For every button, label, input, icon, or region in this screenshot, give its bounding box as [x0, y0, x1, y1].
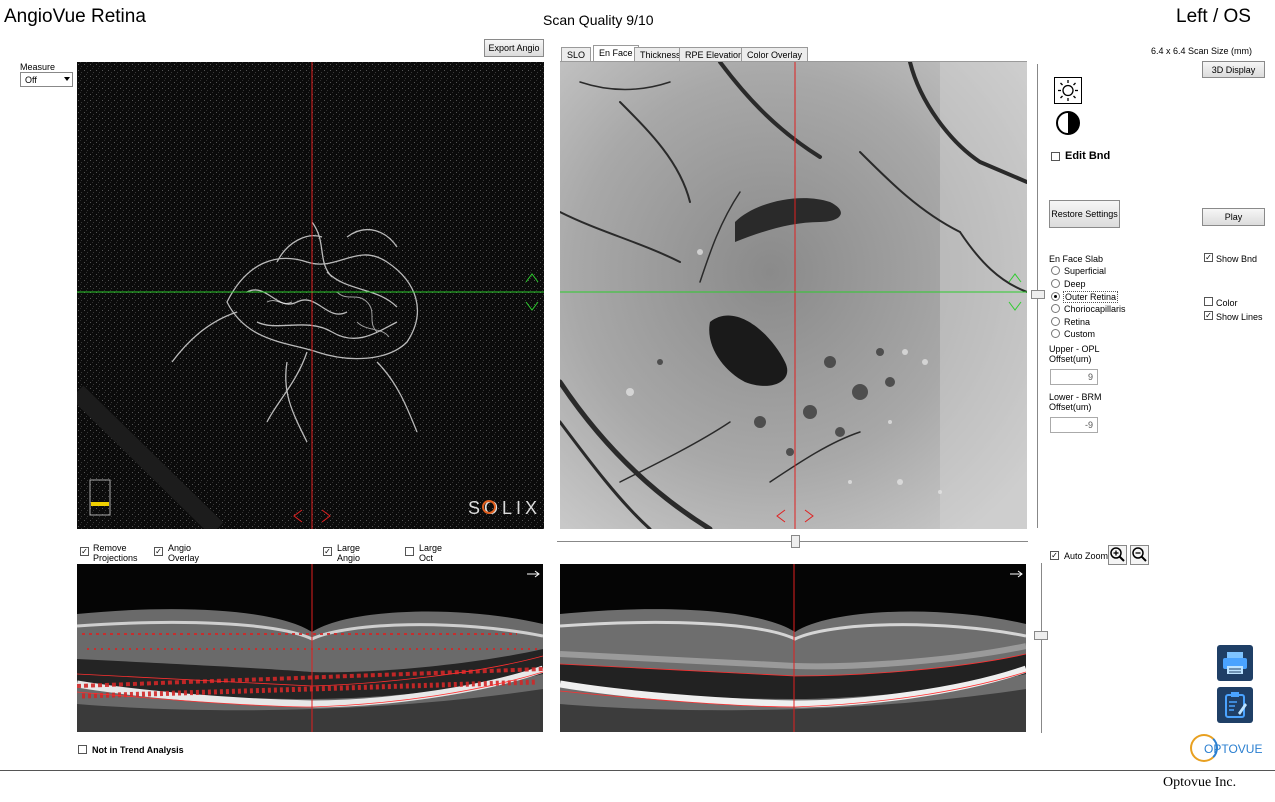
lower-offset-input[interactable]: -9	[1050, 417, 1098, 433]
scan-size: 6.4 x 6.4 Scan Size (mm)	[1151, 46, 1253, 56]
show-bnd-checkbox[interactable]	[1204, 253, 1213, 262]
lower-offset-label-2: Offset(um)	[1049, 402, 1092, 412]
eye-label: Left / OS	[1176, 6, 1251, 27]
show-lines-checkbox[interactable]	[1204, 311, 1213, 320]
play-button[interactable]: Play	[1202, 208, 1265, 226]
solix-logo-mark	[482, 500, 496, 514]
slab-radio-retina[interactable]	[1051, 317, 1060, 326]
angio-overlay-checkbox[interactable]	[154, 547, 163, 556]
slab-radio-deep[interactable]	[1051, 279, 1060, 288]
slab-radio-outer-retina[interactable]	[1051, 292, 1060, 301]
color-label: Color	[1216, 298, 1238, 308]
remove-projections-checkbox[interactable]	[80, 547, 89, 556]
angio-overlay-label-2: Overlay	[168, 553, 200, 563]
bscan-angio-image	[77, 564, 543, 732]
upper-offset-label-1: Upper - OPL	[1049, 344, 1100, 354]
solix-logo: SOLIX	[468, 498, 542, 518]
footer-divider	[0, 770, 1275, 771]
remove-projections-label-1: Remove	[93, 543, 127, 553]
slab-radio-custom[interactable]	[1051, 329, 1060, 338]
measure-value: Off	[25, 75, 37, 85]
auto-zoom-label: Auto Zoom	[1064, 551, 1109, 561]
angio-overlay-label-1: Angio	[168, 543, 192, 553]
slab-radio-choriocapillaris[interactable]	[1051, 304, 1060, 313]
optovue-logo-text: OPTOVUE	[1204, 742, 1263, 756]
measure-dropdown[interactable]: Off	[20, 72, 73, 87]
slab-label-custom: Custom	[1064, 329, 1096, 339]
slab-label-retina: Retina	[1064, 317, 1091, 327]
slab-label-choriocapillaris: Choriocapillaris	[1064, 304, 1126, 314]
export-angio-button[interactable]: Export Angio	[484, 39, 544, 57]
upper-offset-label-2: Offset(um)	[1049, 354, 1092, 364]
tab-slo[interactable]: SLO	[561, 47, 592, 62]
3d-display-button[interactable]: 3D Display	[1202, 61, 1265, 78]
show-bnd-label: Show Bnd	[1216, 254, 1258, 264]
slab-title: En Face Slab	[1049, 254, 1104, 264]
slab-label-superficial: Superficial	[1064, 266, 1107, 276]
lower-offset-label-1: Lower - BRM	[1049, 392, 1102, 402]
slab-radio-superficial[interactable]	[1051, 266, 1060, 275]
show-lines-label: Show Lines	[1216, 312, 1263, 322]
chevron-down-icon	[64, 77, 70, 81]
bscan-structural[interactable]	[560, 564, 1026, 732]
app-title: AngioVue Retina	[4, 6, 146, 27]
measure-label: Measure	[20, 62, 56, 72]
not-in-trend-checkbox[interactable]	[78, 745, 87, 754]
brightness-icon[interactable]	[1054, 77, 1082, 104]
edit-bnd-checkbox[interactable]	[1051, 152, 1060, 161]
edit-bnd-label: Edit Bnd	[1065, 150, 1111, 162]
tab-en-face[interactable]: En Face	[593, 45, 639, 62]
slab-label-outer-retina: Outer Retina	[1063, 291, 1119, 303]
zoom-out-icon[interactable]	[1130, 545, 1149, 565]
color-checkbox[interactable]	[1204, 297, 1213, 306]
remove-projections-label-2: Projections	[93, 553, 138, 563]
not-in-trend-label: Not in Trend Analysis	[92, 745, 184, 755]
angio-vessel-map	[77, 62, 544, 529]
bscan-vertical-slider-track[interactable]	[1041, 563, 1042, 733]
auto-zoom-checkbox[interactable]	[1050, 551, 1059, 560]
vertical-slider-thumb[interactable]	[1031, 290, 1045, 299]
large-oct-label-2: Oct	[419, 553, 434, 563]
angio-image[interactable]: SOLIX	[77, 62, 544, 529]
tab-rpe-elevation[interactable]: RPE Elevation	[679, 47, 750, 62]
upper-offset-input[interactable]: 9	[1050, 369, 1098, 385]
large-angio-label-2: Angio	[337, 553, 361, 563]
bscan-vertical-slider-thumb[interactable]	[1034, 631, 1048, 640]
print-icon[interactable]	[1217, 645, 1253, 681]
large-angio-label-1: Large	[337, 543, 361, 553]
en-face-fundus	[560, 62, 1027, 529]
optovue-logo: OPTOVUE	[1190, 733, 1265, 765]
zoom-in-icon[interactable]	[1108, 545, 1127, 565]
slab-label-deep: Deep	[1064, 279, 1086, 289]
bscan-angio-overlay[interactable]	[77, 564, 543, 732]
report-clipboard-icon[interactable]	[1217, 687, 1253, 723]
restore-settings-button[interactable]: Restore Settings	[1049, 200, 1120, 228]
bscan-structural-image	[560, 564, 1026, 732]
large-oct-checkbox[interactable]	[405, 547, 414, 556]
tab-color-overlay[interactable]: Color Overlay	[741, 47, 809, 62]
en-face-image[interactable]	[560, 62, 1027, 529]
scan-quality: Scan Quality 9/10	[543, 12, 654, 28]
large-oct-label-1: Large	[419, 543, 443, 553]
contrast-icon[interactable]	[1054, 109, 1082, 137]
large-angio-checkbox[interactable]	[323, 547, 332, 556]
horizontal-slider-thumb[interactable]	[791, 535, 800, 548]
footer-company: Optovue Inc.	[1163, 775, 1237, 790]
